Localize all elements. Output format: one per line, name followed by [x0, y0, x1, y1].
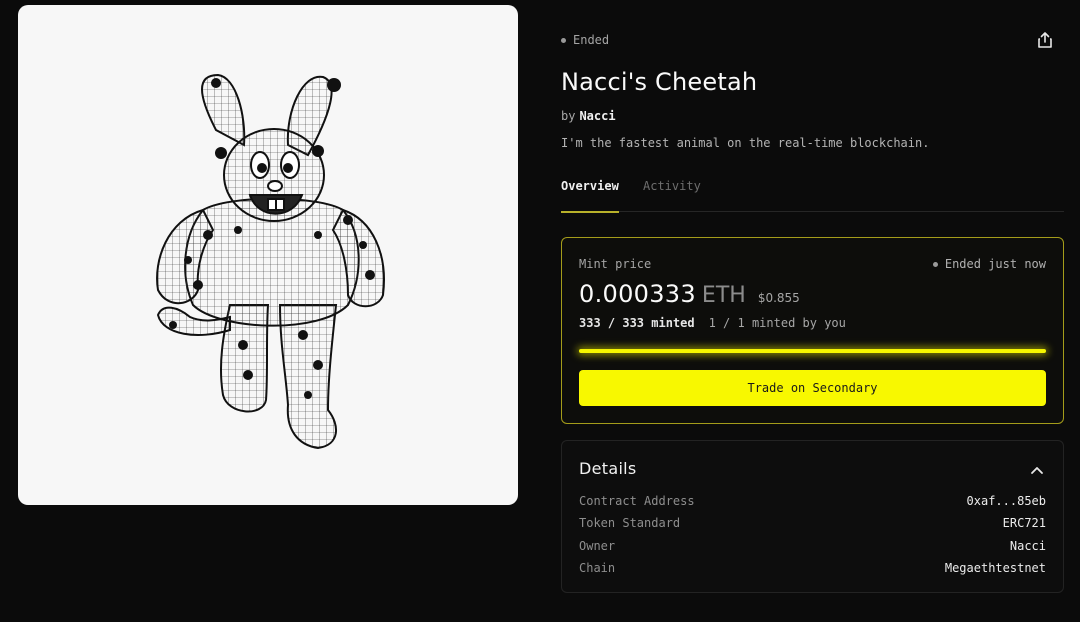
creator-link[interactable]: Nacci	[579, 109, 615, 123]
details-collapse-button[interactable]	[1027, 460, 1047, 480]
by-label: by	[561, 109, 576, 123]
sale-status-label: Ended	[573, 33, 610, 47]
info-panel: Ended Nacci's Cheetah by Nacci I'm the fa…	[561, 0, 1064, 622]
chevron-up-icon	[1031, 467, 1043, 474]
price-value: 0.000333	[579, 280, 696, 308]
price-currency: ETH	[701, 283, 746, 308]
price-usd: $0.855	[757, 291, 800, 305]
status-dot	[561, 37, 566, 43]
page: Ended Nacci's Cheetah by Nacci I'm the fa…	[0, 0, 1080, 622]
byline: by Nacci	[561, 109, 616, 123]
detail-value: Megaethtestnet	[944, 561, 1046, 575]
detail-row-token-standard: Token Standard ERC721	[579, 515, 1046, 531]
share-button[interactable]	[1033, 28, 1057, 52]
sale-status: Ended	[561, 32, 609, 48]
tab-bar: Overview Activity	[561, 172, 1064, 213]
detail-row-owner: Owner Nacci	[579, 538, 1046, 554]
collection-description: I'm the fastest animal on the real-time …	[561, 136, 930, 150]
mint-price-label: Mint price	[579, 257, 652, 271]
cheetah-illustration	[156, 73, 385, 450]
detail-row-chain: Chain Megaethtestnet	[579, 560, 1046, 576]
share-icon	[1038, 32, 1052, 48]
detail-key: Chain	[579, 561, 616, 575]
details-card: Details Contract Address 0xaf...85eb Tok…	[561, 440, 1064, 593]
mint-status: Ended just now	[932, 257, 1046, 271]
detail-row-contract-address: Contract Address 0xaf...85eb	[579, 493, 1046, 509]
trade-on-secondary-button[interactable]: Trade on Secondary	[579, 370, 1046, 406]
mint-progress-fill	[579, 349, 1046, 353]
detail-key: Token Standard	[579, 516, 681, 530]
minted-counts: 333 / 333 minted 1 / 1 minted by you	[579, 316, 846, 330]
mint-status-dot	[932, 261, 938, 267]
tab-activity[interactable]: Activity	[643, 179, 701, 212]
detail-key: Contract Address	[579, 494, 695, 508]
detail-value[interactable]: Nacci	[1010, 539, 1046, 553]
detail-value[interactable]: 0xaf...85eb	[967, 494, 1046, 508]
mint-progress-bar	[579, 349, 1046, 353]
mint-status-label: Ended just now	[944, 257, 1046, 271]
detail-key: Owner	[579, 539, 616, 553]
detail-value: ERC721	[1002, 516, 1046, 530]
minted-total: 333 / 333 minted	[579, 316, 695, 330]
mint-card: Mint price Ended just now 0.000333 ETH $…	[561, 237, 1064, 424]
details-title: Details	[579, 459, 637, 478]
artwork-image[interactable]	[18, 5, 518, 505]
price-row: 0.000333 ETH $0.855	[579, 280, 800, 308]
collection-title: Nacci's Cheetah	[561, 68, 758, 96]
minted-by-you: 1 / 1 minted by you	[708, 316, 846, 330]
tab-overview[interactable]: Overview	[561, 179, 619, 213]
